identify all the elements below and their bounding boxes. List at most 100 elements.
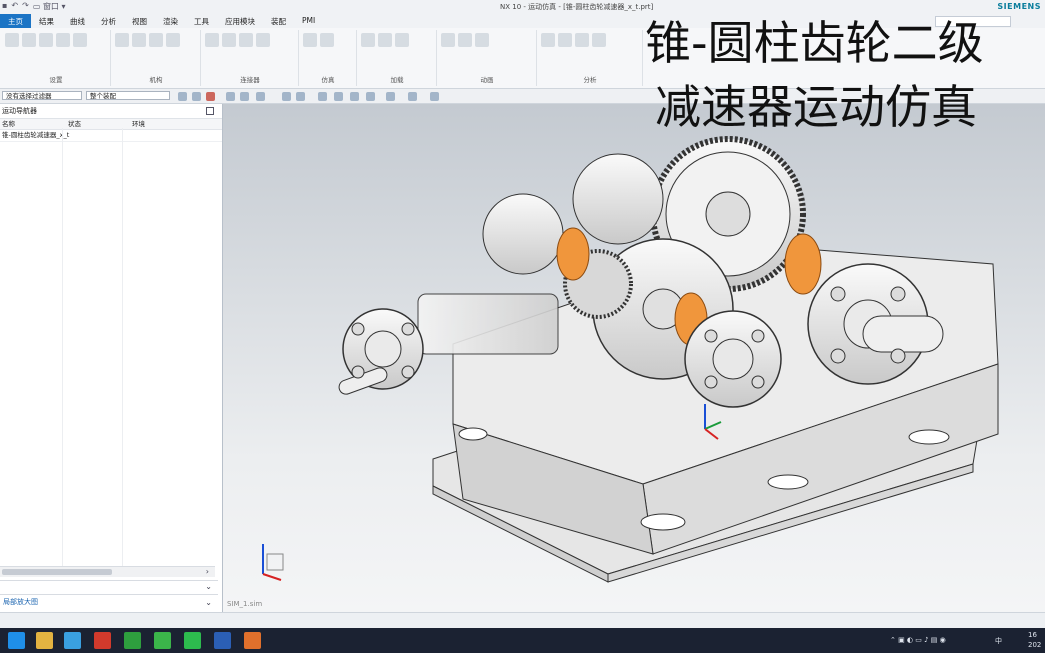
tab-curve[interactable]: 曲线 xyxy=(62,14,93,28)
detail-panel-label: 局部放大图 xyxy=(3,598,38,606)
playback-icon[interactable] xyxy=(458,33,472,47)
tab-analysis[interactable]: 分析 xyxy=(93,14,124,28)
wcs-triad-icon xyxy=(262,544,284,581)
column-status[interactable]: 状态 xyxy=(64,119,128,129)
master-model-icon[interactable] xyxy=(22,33,36,47)
window-title: NX 10 - 运动仿真 - [锥-圆柱齿轮减速器_x_t.prt] xyxy=(500,3,654,11)
solver-icon[interactable] xyxy=(303,33,317,47)
tab-home[interactable]: 主页 xyxy=(0,14,31,28)
view-orient-icon[interactable] xyxy=(386,92,395,101)
siemens-logo: SIEMENS xyxy=(997,2,1041,11)
undo-icon[interactable]: ↶ xyxy=(11,1,18,12)
taskbar-orange-app-icon[interactable] xyxy=(244,632,261,649)
title-bar: ▪ ↶ ↷ ▭ 窗口 ▾ NX 10 - 运动仿真 - [锥-圆柱齿轮减速器_x… xyxy=(0,0,1045,15)
save-icon[interactable]: ▪ xyxy=(2,1,7,12)
measure-icon[interactable] xyxy=(541,33,555,47)
redo-icon[interactable]: ↷ xyxy=(22,1,29,12)
joint-icon[interactable] xyxy=(132,33,146,47)
window-menu[interactable]: ▭ 窗口 ▾ xyxy=(33,1,66,12)
window-menu-label: 窗口 xyxy=(42,2,59,11)
torque-icon[interactable] xyxy=(395,33,409,47)
box-select-icon[interactable] xyxy=(240,92,249,101)
environment-icon[interactable] xyxy=(5,33,19,47)
gear-reducer-model[interactable]: SIM_1.sim xyxy=(223,104,1045,612)
point-snap-icon[interactable] xyxy=(226,92,235,101)
link-icon[interactable] xyxy=(115,33,129,47)
graphics-viewport[interactable]: SIM_1.sim xyxy=(223,104,1045,612)
taskbar-explorer-icon[interactable] xyxy=(36,632,53,649)
selection-scope-dropdown[interactable]: 整个装配 xyxy=(86,91,170,100)
taskbar-word-icon[interactable] xyxy=(214,632,231,649)
scalar-force-icon[interactable] xyxy=(361,33,375,47)
tab-view[interactable]: 视图 xyxy=(124,14,155,28)
chevron-right-icon[interactable]: › xyxy=(206,567,209,576)
shaded-icon[interactable] xyxy=(318,92,327,101)
detail-panel[interactable]: 局部放大图 ⌄ xyxy=(0,594,218,608)
tab-render[interactable]: 渲染 xyxy=(155,14,186,28)
pin-icon[interactable] xyxy=(206,107,214,115)
column-divider xyxy=(122,128,123,568)
fit-icon[interactable] xyxy=(296,92,305,101)
horizontal-scrollbar[interactable]: › xyxy=(0,566,215,577)
group-label: 仿真 xyxy=(321,76,335,84)
wireframe-icon[interactable] xyxy=(334,92,343,101)
zoom-icon[interactable] xyxy=(282,92,291,101)
group-label: 设置 xyxy=(49,76,63,84)
taskbar-green-c-icon[interactable] xyxy=(154,632,171,649)
tab-application[interactable]: 应用模块 xyxy=(217,14,263,28)
group-label: 加载 xyxy=(390,76,404,84)
rotate-icon[interactable] xyxy=(350,92,359,101)
scrollbar-thumb[interactable] xyxy=(2,569,112,575)
column-name[interactable]: 名称 xyxy=(0,119,64,129)
vector-force-icon[interactable] xyxy=(378,33,392,47)
column-environment[interactable]: 环境 xyxy=(128,119,145,129)
taskbar-nx-icon[interactable] xyxy=(64,632,81,649)
tray-date[interactable]: 202 xyxy=(1028,641,1041,649)
rectangle-select-icon[interactable] xyxy=(256,92,265,101)
windows-taskbar: ⌃ ▣ ◐ ▭ ♪ ▤ ◉ 中 16 202 xyxy=(0,628,1045,653)
motion-navigator: 运动导航器 名称 状态 环境 锥-圆柱齿轮减速器_x_t › ⌄ 局部放大图 ⌄ xyxy=(0,104,223,612)
tab-pmi[interactable]: PMI xyxy=(294,14,323,28)
tab-results[interactable]: 结果 xyxy=(31,14,62,28)
snap-icon[interactable] xyxy=(192,92,201,101)
driver-icon[interactable] xyxy=(149,33,163,47)
display-icon[interactable] xyxy=(430,92,439,101)
taskbar-edge-icon[interactable] xyxy=(8,632,25,649)
overlay-title-line2: 减速器运动仿真 xyxy=(655,80,977,134)
tray-icons[interactable]: ⌃ ▣ ◐ ▭ ♪ ▤ ◉ xyxy=(890,636,946,644)
taskbar-wechat-icon[interactable] xyxy=(184,632,201,649)
tray-language[interactable]: 中 xyxy=(995,636,1002,646)
select-mode-icon[interactable] xyxy=(206,92,215,101)
chevron-down-icon[interactable]: ⌄ xyxy=(205,582,212,591)
bushing-icon[interactable] xyxy=(239,33,253,47)
input-shaft-cover xyxy=(417,293,559,355)
xy-graph-icon[interactable] xyxy=(475,33,489,47)
layer-icon[interactable] xyxy=(366,92,375,101)
trace-icon[interactable] xyxy=(558,33,572,47)
render-style-icon[interactable] xyxy=(408,92,417,101)
tab-tools[interactable]: 工具 xyxy=(186,14,217,28)
list-item[interactable]: 锥-圆柱齿轮减速器_x_t xyxy=(0,130,222,142)
coupler-icon[interactable] xyxy=(166,33,180,47)
simulation-icon[interactable] xyxy=(56,33,70,47)
selection-filter-dropdown[interactable]: 没有选择过滤器 xyxy=(2,91,82,100)
interference-icon[interactable] xyxy=(575,33,589,47)
taskbar-green-app-icon[interactable] xyxy=(124,632,141,649)
filter-icon[interactable] xyxy=(178,92,187,101)
function-manager-icon[interactable] xyxy=(39,33,53,47)
spring-icon[interactable] xyxy=(205,33,219,47)
animation-icon[interactable] xyxy=(441,33,455,47)
chevron-down-icon[interactable]: ⌄ xyxy=(205,596,212,610)
ribbon-group-mechanism: 机构 xyxy=(112,30,201,86)
intermediate-cap-center xyxy=(712,338,754,380)
taskbar-acrobat-icon[interactable] xyxy=(94,632,111,649)
tab-assembly[interactable]: 装配 xyxy=(263,14,294,28)
solve-icon[interactable] xyxy=(320,33,334,47)
contact-icon[interactable] xyxy=(256,33,270,47)
tray-time[interactable]: 16 xyxy=(1028,631,1037,639)
damper-icon[interactable] xyxy=(222,33,236,47)
dependency-panel[interactable]: ⌄ xyxy=(0,580,218,593)
motion-body-icon[interactable] xyxy=(73,33,87,47)
sensor-icon[interactable] xyxy=(592,33,606,47)
status-bar xyxy=(0,612,1045,629)
